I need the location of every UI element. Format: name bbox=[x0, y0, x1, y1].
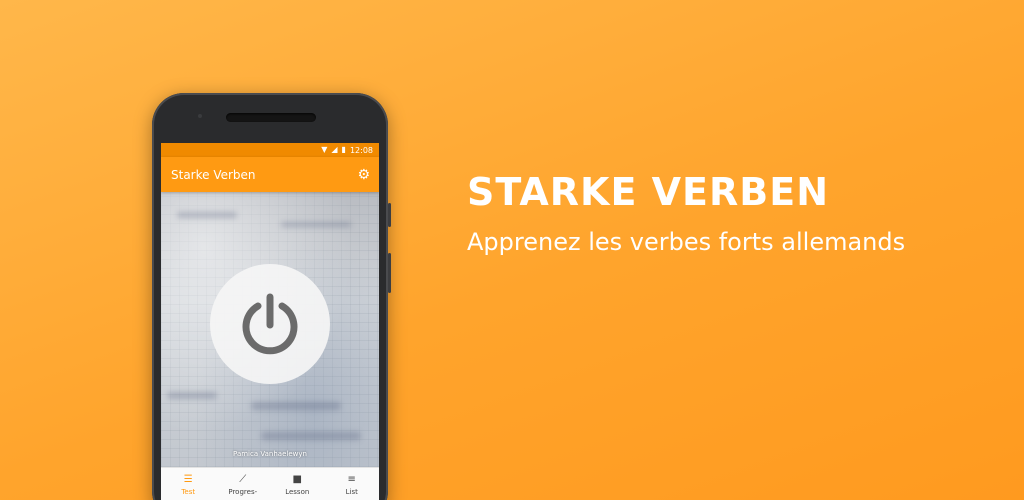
background-scribble bbox=[177, 212, 237, 218]
phone-mockup: ▼ ◢ ▮ 12:08 Starke Verben ⚙ Pamica Vanha… bbox=[152, 93, 391, 500]
gear-icon[interactable]: ⚙ bbox=[357, 168, 370, 182]
nav-item-test[interactable]: ☰ Test bbox=[161, 468, 216, 500]
app-title: Starke Verben bbox=[171, 167, 256, 182]
bottom-navigation: ☰ Test ⟋ Progres- ■ Lesson ≡ List bbox=[161, 467, 379, 500]
battery-icon: ▮ bbox=[341, 145, 346, 154]
nav-item-list[interactable]: ≡ List bbox=[325, 468, 380, 500]
signal-icon: ◢ bbox=[331, 145, 338, 154]
volume-button bbox=[388, 203, 391, 227]
power-icon bbox=[242, 293, 298, 355]
background-scribble bbox=[281, 222, 351, 227]
background-scribble bbox=[261, 432, 361, 440]
nav-label: List bbox=[345, 488, 358, 496]
start-test-button[interactable] bbox=[210, 264, 330, 384]
book-icon: ■ bbox=[292, 474, 302, 485]
photo-credit: Pamica Vanhaelewyn bbox=[233, 450, 307, 458]
test-icon: ☰ bbox=[183, 474, 193, 485]
nav-item-progress[interactable]: ⟋ Progres- bbox=[216, 468, 271, 500]
power-side-button bbox=[388, 253, 391, 293]
front-camera bbox=[198, 114, 202, 118]
wifi-icon: ▼ bbox=[321, 145, 328, 154]
app-bar: Starke Verben ⚙ bbox=[161, 157, 379, 192]
list-icon: ≡ bbox=[347, 474, 356, 485]
status-bar: ▼ ◢ ▮ 12:08 bbox=[161, 143, 379, 157]
background-scribble bbox=[251, 402, 341, 410]
nav-label: Progres- bbox=[228, 488, 258, 496]
chart-icon: ⟋ bbox=[239, 474, 247, 485]
earpiece-speaker bbox=[226, 113, 316, 122]
nav-item-lesson[interactable]: ■ Lesson bbox=[270, 468, 325, 500]
status-time: 12:08 bbox=[349, 145, 373, 155]
phone-screen: ▼ ◢ ▮ 12:08 Starke Verben ⚙ Pamica Vanha… bbox=[161, 143, 379, 500]
nav-label: Test bbox=[181, 488, 196, 496]
banner-title: STARKE VERBEN bbox=[467, 170, 829, 214]
nav-label: Lesson bbox=[285, 488, 310, 496]
test-screen-background: Pamica Vanhaelewyn bbox=[161, 192, 379, 467]
banner-subtitle: Apprenez les verbes forts allemands bbox=[467, 228, 906, 256]
background-scribble bbox=[167, 392, 217, 399]
